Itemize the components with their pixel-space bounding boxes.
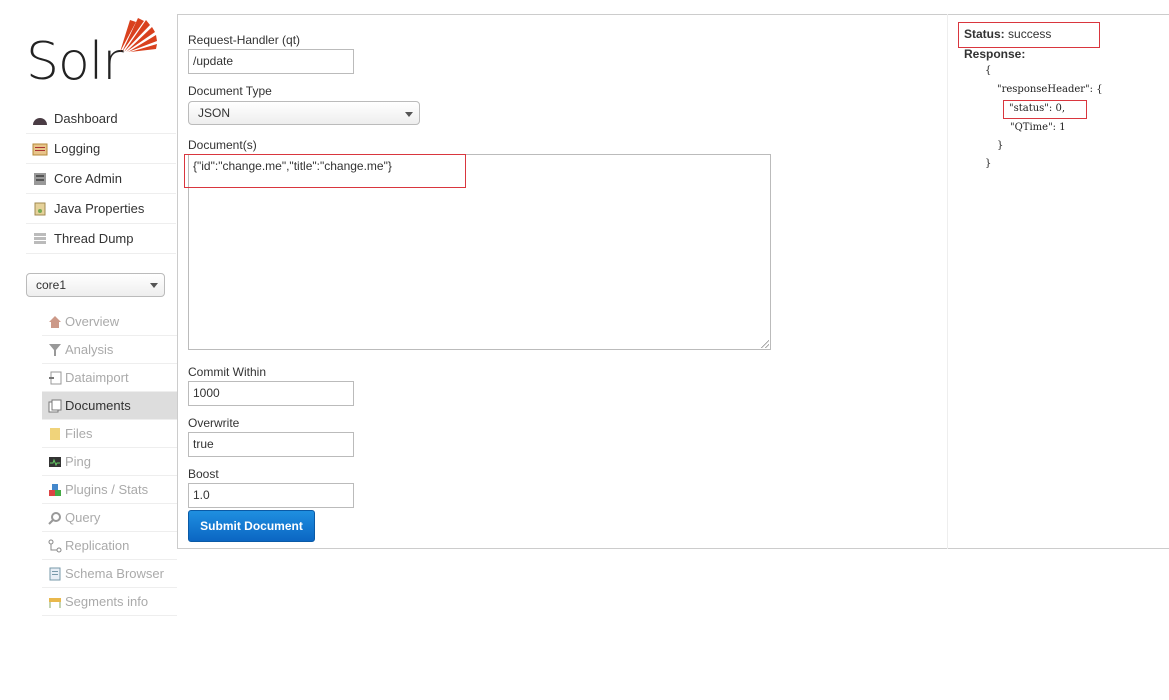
document-type-label: Document Type xyxy=(188,84,272,98)
logging-icon xyxy=(32,142,48,156)
core-nav-item-schema-browser[interactable]: Schema Browser xyxy=(42,560,177,588)
core-selector-value: core1 xyxy=(36,278,67,292)
core-nav: Overview Analysis Dataimport Documents F… xyxy=(42,308,177,616)
request-handler-input[interactable]: /update xyxy=(188,49,354,74)
panel-divider xyxy=(947,14,948,549)
core-nav-item-plugins[interactable]: Plugins / Stats xyxy=(42,476,177,504)
response-status-highlight-box xyxy=(1003,100,1087,119)
solr-logo[interactable]: Solr xyxy=(26,14,157,92)
request-handler-label: Request-Handler (qt) xyxy=(188,33,301,47)
dashboard-icon xyxy=(32,112,48,126)
commit-within-input[interactable]: 1000 xyxy=(188,381,354,406)
core-nav-label: Overview xyxy=(65,314,120,329)
commit-within-label: Commit Within xyxy=(188,365,267,379)
java-properties-icon xyxy=(32,202,48,216)
nav-item-thread-dump[interactable]: Thread Dump xyxy=(26,224,176,254)
boost-label: Boost xyxy=(188,467,219,481)
core-nav-item-documents[interactable]: Documents xyxy=(42,392,177,420)
core-selector[interactable]: core1 xyxy=(26,273,165,297)
core-nav-label: Dataimport xyxy=(65,370,129,385)
documents-label: Document(s) xyxy=(188,138,257,152)
response-line: { xyxy=(985,65,992,76)
nav-item-java-properties[interactable]: Java Properties xyxy=(26,194,176,224)
core-nav-item-files[interactable]: Files xyxy=(42,420,177,448)
core-nav-label: Files xyxy=(65,426,93,441)
core-nav-label: Segments info xyxy=(65,594,149,609)
core-admin-icon xyxy=(32,172,48,186)
ping-icon xyxy=(48,455,62,469)
nav-label: Dashboard xyxy=(54,111,118,126)
documents-icon xyxy=(48,399,62,413)
funnel-icon xyxy=(48,343,62,357)
core-nav-label: Plugins / Stats xyxy=(65,482,149,497)
core-nav-item-analysis[interactable]: Analysis xyxy=(42,336,177,364)
core-nav-item-query[interactable]: Query xyxy=(42,504,177,532)
document-type-value: JSON xyxy=(198,106,231,120)
overwrite-input[interactable]: true xyxy=(188,432,354,457)
nav-item-core-admin[interactable]: Core Admin xyxy=(26,164,176,194)
core-nav-item-segments-info[interactable]: Segments info xyxy=(42,588,177,616)
home-icon xyxy=(48,315,62,329)
core-nav-item-dataimport[interactable]: Dataimport xyxy=(42,364,177,392)
nav-label: Logging xyxy=(54,141,101,156)
nav-label: Thread Dump xyxy=(54,231,134,246)
response-label: Response: xyxy=(964,47,1026,61)
chevron-down-icon xyxy=(150,283,158,288)
core-nav-label: Documents xyxy=(65,398,131,413)
nav-item-logging[interactable]: Logging xyxy=(26,134,176,164)
core-nav-label: Query xyxy=(65,510,101,525)
response-line: "QTime": 1 xyxy=(1010,122,1066,133)
replication-icon xyxy=(48,539,62,553)
documents-highlight-box xyxy=(184,154,466,188)
boost-input[interactable]: 1.0 xyxy=(188,483,354,508)
core-nav-item-ping[interactable]: Ping xyxy=(42,448,177,476)
core-nav-item-replication[interactable]: Replication xyxy=(42,532,177,560)
submit-document-button[interactable]: Submit Document xyxy=(188,510,315,542)
overwrite-label: Overwrite xyxy=(188,416,240,430)
logo-text: Solr xyxy=(26,32,124,92)
core-nav-item-overview[interactable]: Overview xyxy=(42,308,177,336)
solr-sunburst-icon xyxy=(120,18,157,52)
segments-icon xyxy=(48,595,62,609)
plugins-icon xyxy=(48,483,62,497)
schema-icon xyxy=(48,567,62,581)
response-line: "responseHeader": { xyxy=(997,84,1103,95)
document-type-select[interactable]: JSON xyxy=(188,101,420,125)
response-line: } xyxy=(985,158,992,169)
folder-icon xyxy=(48,427,62,441)
core-nav-label: Schema Browser xyxy=(65,566,164,581)
main-nav: Dashboard Logging Core Admin Java Proper… xyxy=(26,104,176,254)
nav-label: Core Admin xyxy=(54,171,122,186)
response-line: } xyxy=(997,140,1004,151)
resize-handle-icon[interactable] xyxy=(761,340,769,348)
core-nav-label: Analysis xyxy=(65,342,114,357)
thread-dump-icon xyxy=(32,232,48,246)
core-nav-label: Ping xyxy=(65,454,92,469)
nav-label: Java Properties xyxy=(54,201,145,216)
chevron-down-icon xyxy=(405,112,413,117)
import-icon xyxy=(48,371,62,385)
nav-item-dashboard[interactable]: Dashboard xyxy=(26,104,176,134)
status-highlight-box xyxy=(958,22,1100,48)
magnifier-icon xyxy=(48,511,62,525)
core-nav-label: Replication xyxy=(65,538,130,553)
